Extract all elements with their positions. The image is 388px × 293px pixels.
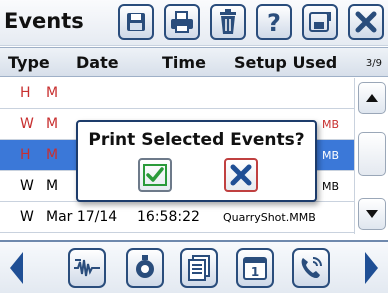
documents-icon [188,255,210,281]
help-button[interactable]: ? [256,4,292,40]
documents-button[interactable] [180,248,218,288]
table-row[interactable]: H M [0,78,354,109]
settings-button[interactable] [126,248,164,288]
row-type: W [20,209,34,225]
triangle-down-icon [366,210,378,218]
row-type: H [20,85,31,101]
print-icon [171,11,193,33]
phone-icon [301,257,322,278]
row-type: W [20,178,34,194]
export-icon [309,12,331,32]
save-icon [127,13,145,31]
waveform-button[interactable] [68,248,106,288]
export-button[interactable] [302,4,338,40]
row-type: W [20,116,34,132]
dialog-message: Print Selected Events? [88,130,305,150]
row-type: H [20,147,31,163]
next-arrow-icon[interactable] [364,252,378,284]
row-setup: MB [322,118,340,131]
svg-text:?: ? [267,9,281,35]
row-setup: MB [322,180,340,193]
save-button[interactable] [118,4,154,40]
delete-button[interactable] [210,4,246,40]
svg-text:1: 1 [251,265,259,279]
settings-icon [136,255,154,278]
help-icon: ? [267,9,281,35]
close-icon [355,11,377,33]
row-date: M [46,178,59,194]
column-time[interactable]: Time [162,53,206,72]
close-button[interactable] [348,4,384,40]
page-title: Events [4,9,84,33]
row-date: Mar 17/14 [46,209,118,225]
column-date[interactable]: Date [76,53,119,72]
scroll-thumb[interactable] [358,132,386,176]
print-confirm-dialog: Print Selected Events? [76,120,317,202]
scrollbar[interactable] [354,78,388,234]
previous-arrow-icon[interactable] [10,252,24,284]
row-setup: MB [322,149,340,162]
check-icon [143,164,167,186]
waveform-icon [74,259,100,277]
table-row[interactable]: W Mar 17/14 16:58:22 QuarryShot.MMB [0,202,354,233]
cancel-button[interactable] [224,158,258,192]
scroll-up-button[interactable] [358,82,386,114]
print-button[interactable] [164,4,200,40]
trash-icon [220,9,236,34]
page-counter: 3/9 [365,58,382,69]
row-date: M [46,116,59,132]
calendar-button[interactable]: 1 [236,248,274,288]
confirm-button[interactable] [138,158,172,192]
row-date: M [46,85,59,101]
table-header: Type Date Time Setup Used 3/9 [0,47,388,77]
triangle-up-icon [366,94,378,102]
row-time: 16:58:22 [137,209,200,225]
row-date: M [46,147,59,163]
calendar-icon: 1 [243,257,267,280]
column-type[interactable]: Type [8,53,50,72]
row-setup: QuarryShot.MMB [223,211,316,224]
x-icon [230,164,252,186]
bottom-toolbar: 1 [0,240,388,293]
column-setup[interactable]: Setup Used [234,53,337,72]
phone-button[interactable] [292,248,330,288]
scroll-down-button[interactable] [358,198,386,230]
top-toolbar: Events ? [0,0,388,46]
